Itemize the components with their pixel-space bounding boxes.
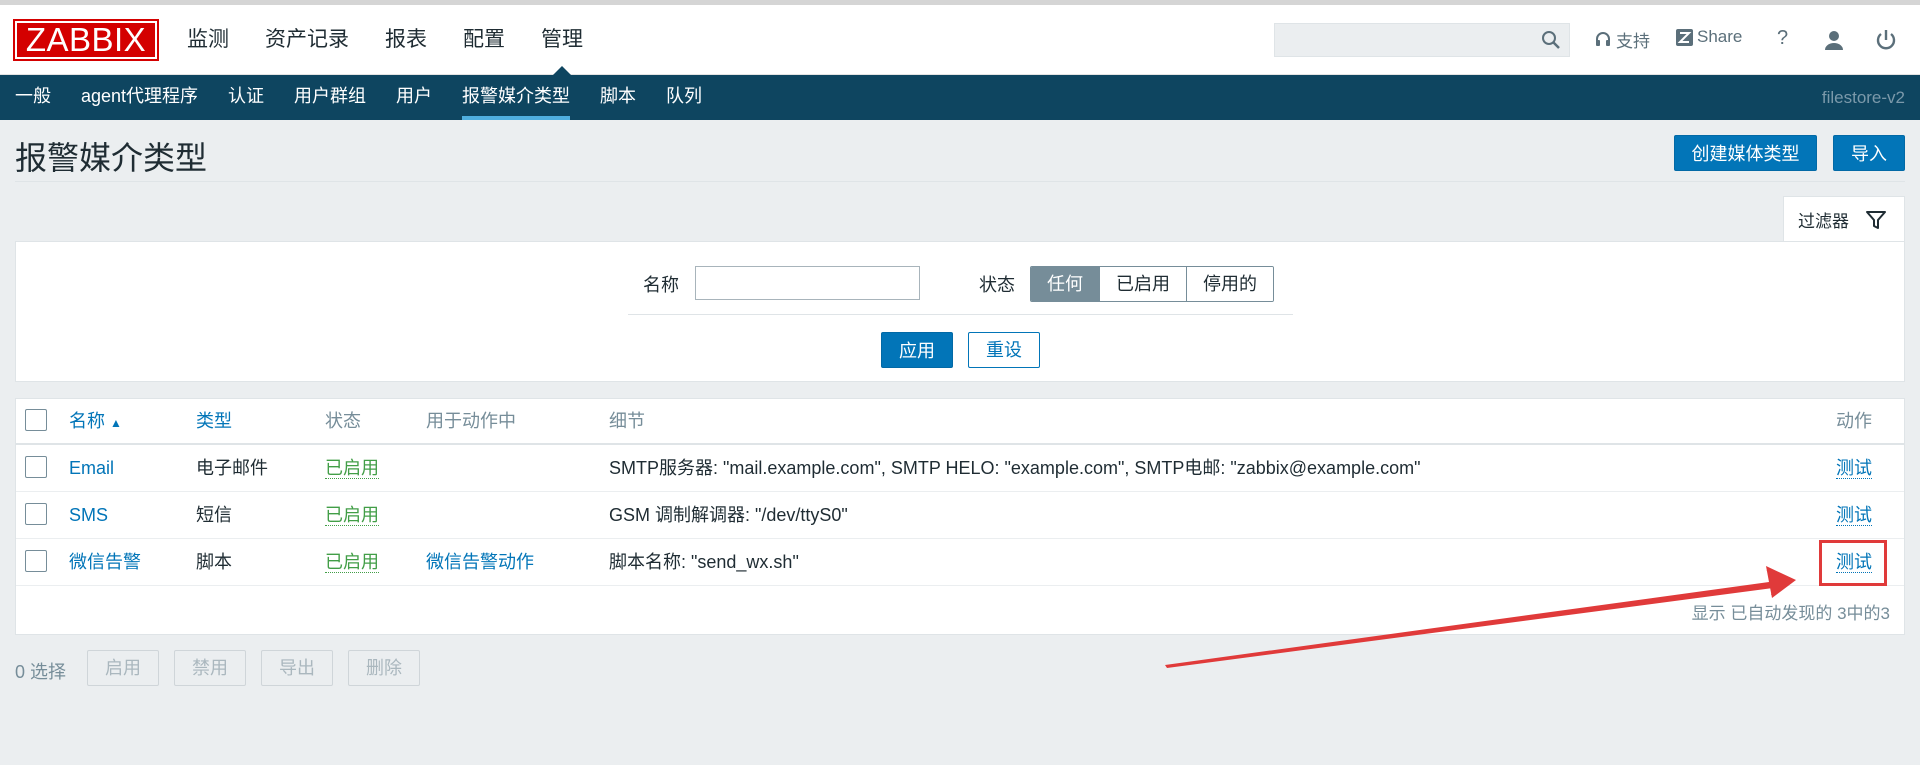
- arrow-annotation: [1165, 566, 1796, 668]
